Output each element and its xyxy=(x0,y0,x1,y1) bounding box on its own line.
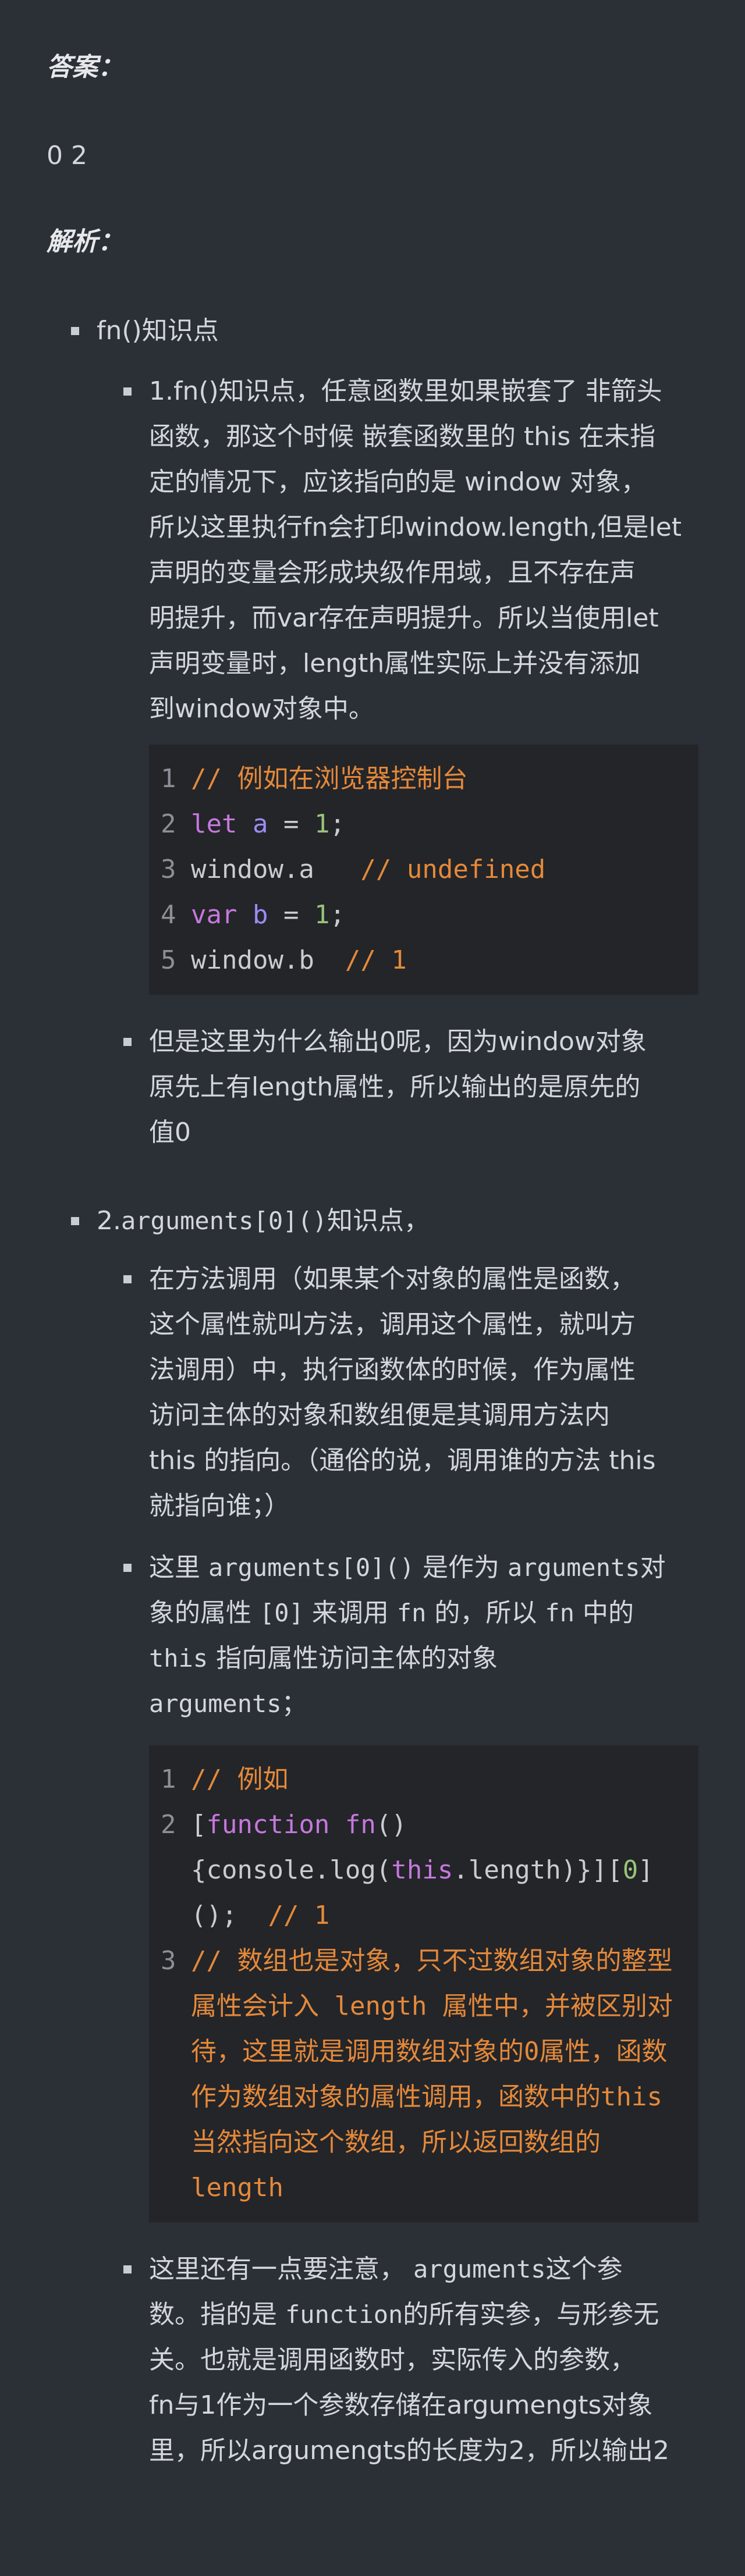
section-arguments: 2.arguments[0]()知识点， xyxy=(47,1198,698,1244)
bullet-icon xyxy=(123,387,132,396)
bullet-icon xyxy=(71,327,79,335)
answer-heading: 答案： xyxy=(47,52,123,82)
text-line: 值0 xyxy=(149,1118,191,1147)
section-arguments-p2: 这里 arguments[0]() 是作为 arguments对 象的属性 [0… xyxy=(47,1545,698,1727)
text-line: 象的属性 [0] 来调用 fn 的，所以 fn 中的 xyxy=(149,1598,634,1628)
text-line: 关。也就是调用函数时，实际传入的参数， xyxy=(149,2345,636,2375)
text-line: 1.fn()知识点，任意函数里如果嵌套了 非箭头 xyxy=(149,376,662,406)
text-line: 数。指的是 function的所有实参，与形参无 xyxy=(149,2300,659,2329)
text-line: 就指向谁；） xyxy=(149,1491,290,1521)
code-block: 1// 例如 2 [function fn() {console.log(this.… xyxy=(149,1745,698,2222)
text-line: 原先上有length属性，所以输出的是原先的 xyxy=(149,1072,641,1102)
text-line: 这里 arguments[0]() 是作为 arguments对 xyxy=(149,1553,666,1582)
page: 答案： 0 2 解析： fn()知识点 1.fn()知识点，任意函数里如果嵌套了… xyxy=(0,0,745,2576)
code-line: 1// 例如 xyxy=(161,1764,289,1794)
text-line: 声明的变量会形成块级作用域，且不存在声 xyxy=(149,558,636,588)
section-fn-note: 但是这里为什么输出0呢，因为window对象 原先上有length属性，所以输出… xyxy=(47,1019,698,1155)
code-line: 3 window.a // undefined xyxy=(161,855,546,884)
list-item: 1.fn()知识点，任意函数里如果嵌套了 非箭头 函数，那这个时候 嵌套函数里的… xyxy=(47,369,698,732)
text-line: this 指向属性访问主体的对象 xyxy=(149,1643,498,1673)
list-item: 在方法调用（如果某个对象的属性是函数， 这个属性就叫方法，调用这个属性，就叫方 … xyxy=(47,1257,698,1529)
text-line: 声明变量时，length属性实际上并没有添加 xyxy=(149,649,641,678)
bullet-icon xyxy=(123,1038,132,1046)
section-title: 2.arguments[0]()知识点， xyxy=(47,1198,698,1244)
bullet-icon xyxy=(123,2265,132,2273)
bullet-icon xyxy=(71,1217,79,1225)
section-arguments-p1: 在方法调用（如果某个对象的属性是函数， 这个属性就叫方法，调用这个属性，就叫方 … xyxy=(47,1257,698,1529)
text-line: 这里还有一点要注意， arguments这个参 xyxy=(149,2254,623,2284)
text-line: 明提升，而var存在声明提升。所以当使用let xyxy=(149,603,659,633)
text-line: this 的指向。（通俗的说，调用谁的方法 this xyxy=(149,1446,656,1475)
code-block: 1// 例如在浏览器控制台 2 let a = 1; 3 window.a // u… xyxy=(149,745,698,995)
bullet-icon xyxy=(123,1564,132,1572)
text-line: 访问主体的对象和数组便是其调用方法内 xyxy=(149,1400,610,1430)
code-block-1-wrap: 1// 例如在浏览器控制台 2 let a = 1; 3 window.a // u… xyxy=(47,745,698,995)
text-line: arguments； xyxy=(149,1689,307,1718)
code-line: 1// 例如在浏览器控制台 xyxy=(161,764,468,794)
list-item: 这里 arguments[0]() 是作为 arguments对 象的属性 [0… xyxy=(47,1545,698,1727)
code-block-2-wrap: 1// 例如 2 [function fn() {console.log(this.… xyxy=(47,1745,698,2222)
section-arguments-p3: 这里还有一点要注意， arguments这个参 数。指的是 function的所… xyxy=(47,2247,698,2474)
text-line: fn与1作为一个参数存储在argumengts对象 xyxy=(149,2390,653,2420)
text-line: 法调用）中，执行函数体的时候，作为属性 xyxy=(149,1355,636,1385)
section-title: fn()知识点 xyxy=(47,308,698,354)
text-line: 但是这里为什么输出0呢，因为window对象 xyxy=(149,1027,647,1056)
section-fn-paragraph: 1.fn()知识点，任意函数里如果嵌套了 非箭头 函数，那这个时候 嵌套函数里的… xyxy=(47,369,698,732)
text-line: 函数，那这个时候 嵌套函数里的 this 在未指 xyxy=(149,422,656,451)
code-line: 2 let a = 1; xyxy=(161,809,345,839)
answer-value: 0 2 xyxy=(47,141,87,170)
text-line: 这个属性就叫方法，调用这个属性，就叫方 xyxy=(149,1310,636,1339)
text-line: 里，所以argumengts的长度为2，所以输出2 xyxy=(149,2436,670,2465)
list-item: 但是这里为什么输出0呢，因为window对象 原先上有length属性，所以输出… xyxy=(47,1019,698,1155)
code-line: 5 window.b // 1 xyxy=(161,945,407,975)
code-line: 2 [function fn() {console.log(this.length)… xyxy=(161,1810,654,1930)
text-line: 在方法调用（如果某个对象的属性是函数， xyxy=(149,1264,636,1294)
text-line: 所以这里执行fn会打印window.length,但是let xyxy=(149,513,682,542)
list-item: 这里还有一点要注意， arguments这个参 数。指的是 function的所… xyxy=(47,2247,698,2474)
text-line: 定的情况下，应该指向的是 window 对象， xyxy=(149,467,647,497)
analysis-heading: 解析： xyxy=(47,227,123,257)
code-line: 3// 数组也是对象，只不过数组对象的整型 属性会计入 length 属性中，并被… xyxy=(161,1946,673,2203)
code-line: 4 var b = 1; xyxy=(161,900,345,930)
text-line: 到window对象中。 xyxy=(149,694,374,724)
bullet-icon xyxy=(123,1275,132,1283)
section-fn: fn()知识点 xyxy=(47,308,698,354)
